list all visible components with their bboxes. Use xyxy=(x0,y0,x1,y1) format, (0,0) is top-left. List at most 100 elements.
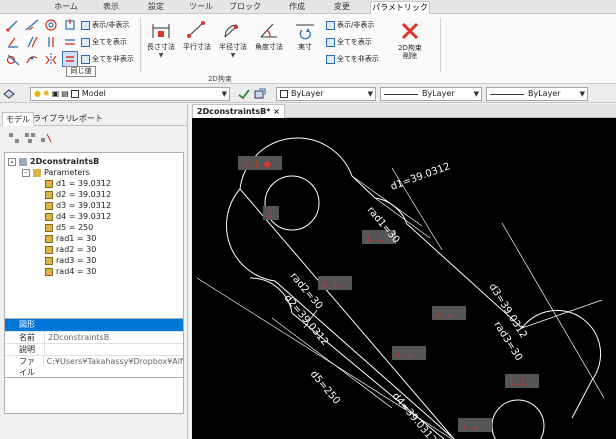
tree-group[interactable]: - Parameters xyxy=(22,167,90,178)
delete-constraints-button[interactable]: 2D拘束 削除 xyxy=(392,18,428,72)
layer-select[interactable]: ● ✹ ▣ ▤ Model ▼ xyxy=(30,87,230,101)
linetype-preview xyxy=(384,93,418,95)
parallel-icon[interactable] xyxy=(25,35,39,49)
parameter-icon xyxy=(45,179,53,188)
drawing-canvas[interactable]: ⊥ ⊥ ◉ ⊥ ⊥ ⊥ ⊥ ⊥ ⊥ ⊥ ⊥ ⊥ ⊥ ⊥ ⊥ ⊥ d1=39.03… xyxy=(192,118,616,439)
tab-create[interactable]: 作成 xyxy=(280,1,314,14)
svg-text:⊥ ⊥: ⊥ ⊥ xyxy=(435,310,454,320)
show-all-icon xyxy=(326,37,335,47)
parameter-icon xyxy=(45,245,53,254)
equal-button[interactable] xyxy=(62,51,78,67)
tree-tool-icon[interactable] xyxy=(40,132,52,144)
dim-show-hide-button[interactable]: 表示/非表示 xyxy=(326,20,374,30)
tree-param[interactable]: rad1 = 30 xyxy=(45,233,96,244)
svg-text:⊥ ⊥: ⊥ ⊥ xyxy=(461,422,480,432)
tab-settings[interactable]: 設定 xyxy=(139,1,173,14)
hole-circle[interactable] xyxy=(491,399,545,439)
model-icon xyxy=(19,157,27,166)
parameter-icon xyxy=(45,267,53,276)
tree-param[interactable]: d4 = 39.0312 xyxy=(45,211,111,222)
tab-tools[interactable]: ツール xyxy=(184,1,218,14)
chevron-down-icon: ▼ xyxy=(367,90,373,98)
properties-toolbar: ● ✹ ▣ ▤ Model ▼ ByLayer ▼ ByLayer ▼ ByLaye… xyxy=(0,85,616,103)
hide-all-icon xyxy=(81,54,90,64)
radius-dimension-button[interactable]: 半径寸法 ▼ xyxy=(216,18,250,72)
symmetric-icon[interactable] xyxy=(44,52,58,66)
tree-param[interactable]: d1 = 39.0312 xyxy=(45,178,111,189)
tab-parametric[interactable]: パラメトリック xyxy=(370,1,430,14)
svg-text:⊥ ⊥ ◉: ⊥ ⊥ ◉ xyxy=(242,160,271,170)
property-row[interactable]: ファイル C:¥Users¥Takahassy¥Dropbox¥Alfat xyxy=(5,355,183,377)
tree-tool-icon[interactable] xyxy=(24,132,36,144)
dim-label-d5[interactable]: d5=250 xyxy=(308,369,342,407)
lineweight-select[interactable]: ByLayer ▼ xyxy=(486,87,588,101)
convert-button[interactable]: 実寸 xyxy=(288,18,322,72)
fix-icon[interactable] xyxy=(63,18,77,32)
color-swatch xyxy=(280,90,288,98)
chevron-down-icon: ▼ xyxy=(579,90,585,98)
tree-param[interactable]: rad2 = 30 xyxy=(45,244,96,255)
tree-param[interactable]: rad4 = 30 xyxy=(45,266,96,277)
tab-home[interactable]: ホーム xyxy=(46,1,86,14)
folder-icon xyxy=(33,168,41,177)
geom-show-hide-button[interactable]: 表示/非表示 xyxy=(81,20,129,30)
document-tabbar: 2DconstraintsB* × xyxy=(192,104,616,118)
collinear-icon[interactable] xyxy=(25,18,39,32)
parameter-icon xyxy=(45,190,53,199)
ribbon-divider xyxy=(440,18,441,72)
tab-report[interactable]: レポート xyxy=(68,112,106,126)
drawing-viewport: ⊥ ⊥ ◉ ⊥ ⊥ ⊥ ⊥ ⊥ ⊥ ⊥ ⊥ ⊥ ⊥ ⊥ ⊥ ⊥ d1=39.03… xyxy=(196,137,605,439)
layer-previous-icon[interactable] xyxy=(254,88,266,100)
coincident-icon[interactable] xyxy=(6,18,20,32)
dim-label-d4[interactable]: d4=39.0312 xyxy=(390,391,439,439)
dim-hide-all-button[interactable]: 全てを非表示 xyxy=(326,54,379,64)
tree-root[interactable]: -2DconstraintsB xyxy=(8,156,99,167)
smooth-icon[interactable] xyxy=(25,52,39,66)
convert-icon xyxy=(296,24,314,40)
model-browser-pane: モデル ライブラリ レポート -2DconstraintsB - Paramete… xyxy=(0,104,188,439)
tree-param[interactable]: d3 = 39.0312 xyxy=(45,200,111,211)
linear-dimension-icon xyxy=(152,24,170,38)
show-hide-icon xyxy=(81,20,90,30)
chevron-down-icon: ▼ xyxy=(158,52,164,59)
tab-view[interactable]: 表示 xyxy=(94,1,128,14)
dim-show-all-button[interactable]: 全てを表示 xyxy=(326,37,372,47)
document-tab[interactable]: 2DconstraintsB* × xyxy=(192,104,285,118)
geom-show-all-button[interactable]: 全てを表示 xyxy=(81,37,127,47)
make-current-icon[interactable] xyxy=(238,88,250,100)
tab-modify[interactable]: 変更 xyxy=(325,1,359,14)
linetype-select[interactable]: ByLayer ▼ xyxy=(380,87,482,101)
chevron-down-icon: ▼ xyxy=(473,90,479,98)
close-icon[interactable]: × xyxy=(273,107,280,116)
layer-manager-icon[interactable] xyxy=(3,88,15,100)
concentric-icon[interactable] xyxy=(44,18,58,32)
lightbulb-icon: ● xyxy=(34,89,41,98)
tangent-icon[interactable] xyxy=(6,52,20,66)
color-select[interactable]: ByLayer ▼ xyxy=(276,87,376,101)
hole-circle[interactable] xyxy=(264,175,320,231)
aligned-dimension-button[interactable]: 平行寸法 xyxy=(180,18,214,72)
angular-dimension-button[interactable]: 角度寸法 xyxy=(252,18,286,72)
ribbon-divider xyxy=(140,18,141,72)
linear-dimension-button[interactable]: 長さ寸法 ▼ xyxy=(144,18,178,72)
sun-icon: ✹ xyxy=(42,89,50,98)
equal-icon xyxy=(66,56,74,62)
perpendicular-icon[interactable] xyxy=(6,35,20,49)
collapse-icon: - xyxy=(8,157,16,166)
ribbon-tabbar: ホーム 表示 設定 ツール ブロック 作成 変更 パラメトリック xyxy=(0,0,616,14)
hide-all-icon xyxy=(326,54,335,64)
vertical-icon[interactable] xyxy=(44,35,58,49)
dim-label-d1[interactable]: d1=39.0312 xyxy=(389,161,451,193)
tree-tool-icon[interactable] xyxy=(8,132,20,144)
geom-hide-all-button[interactable]: 全てを非表示 xyxy=(81,54,134,64)
tree-param[interactable]: d5 = 250 xyxy=(45,222,93,233)
tab-block[interactable]: ブロック xyxy=(225,1,265,14)
tree-param[interactable]: rad3 = 30 xyxy=(45,255,96,266)
property-row[interactable]: 説明 xyxy=(5,343,183,355)
property-row[interactable]: 名前 2DconstraintsB xyxy=(5,331,183,343)
dim-label-d2[interactable]: d2=39.0312 xyxy=(282,293,331,348)
tree-param[interactable]: d2 = 39.0312 xyxy=(45,189,111,200)
tooltip: 同じ値 xyxy=(66,66,96,77)
horizontal-icon[interactable] xyxy=(63,35,77,49)
radius-dimension-icon xyxy=(224,24,238,38)
